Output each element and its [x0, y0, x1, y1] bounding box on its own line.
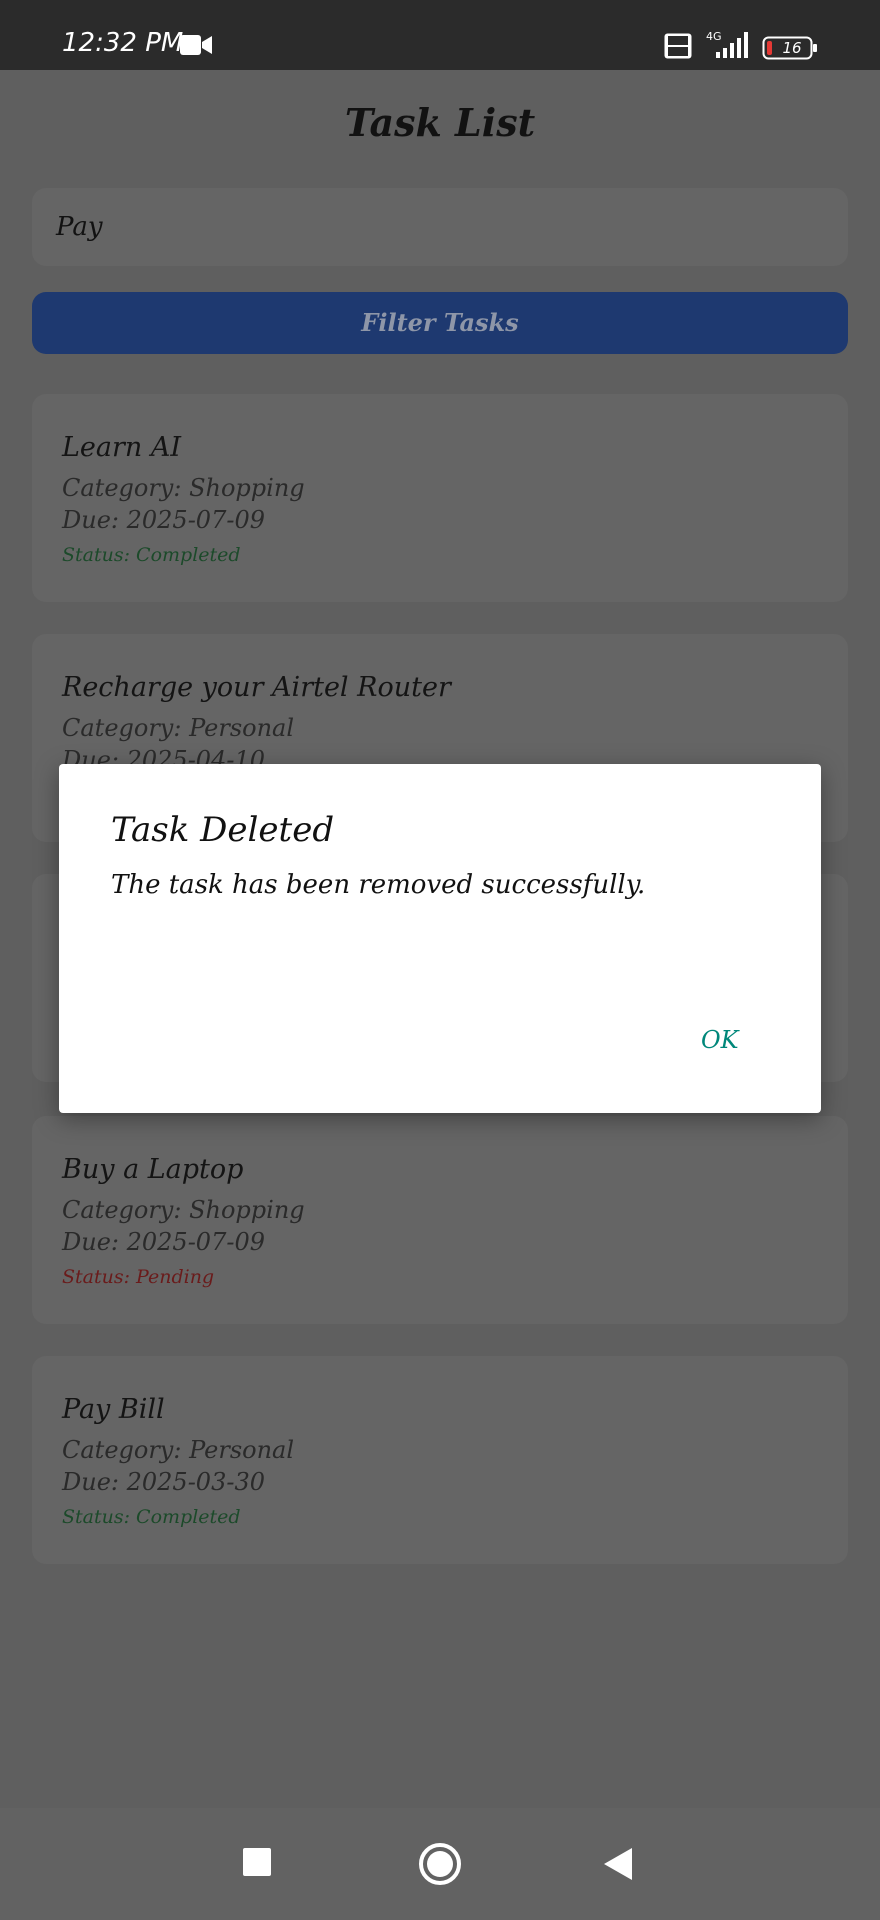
home-icon[interactable]: [418, 1842, 462, 1886]
task-title: Pay Bill: [62, 1394, 165, 1425]
task-due-date: Due: 2025-03-30: [62, 1468, 265, 1496]
status-bar: 12:32 PM 4G 16: [0, 0, 880, 70]
task-title: Learn AI: [62, 432, 182, 463]
task-category: Category: Personal: [62, 1436, 295, 1464]
battery-level: 16: [782, 39, 802, 57]
task-card[interactable]: Learn AI Category: Shopping Due: 2025-07…: [32, 394, 848, 602]
dialog-message: The task has been removed successfully.: [111, 870, 646, 900]
task-status: Status: Pending: [62, 1266, 215, 1288]
task-category: Category: Personal: [62, 714, 295, 742]
ok-button[interactable]: OK: [701, 1026, 739, 1054]
dialog-title: Task Deleted: [111, 810, 335, 850]
page-title: Task List: [344, 100, 536, 145]
volte-icon: [664, 33, 692, 59]
signal-icon: [716, 32, 748, 58]
filter-input[interactable]: Pay: [32, 188, 848, 266]
task-category: Category: Shopping: [62, 1196, 305, 1224]
filter-tasks-button[interactable]: Filter Tasks: [32, 292, 848, 354]
back-icon[interactable]: [604, 1848, 632, 1880]
task-title: Recharge your Airtel Router: [62, 672, 451, 703]
task-deleted-dialog: Task Deleted The task has been removed s…: [59, 764, 821, 1113]
task-due-date: Due: 2025-07-09: [62, 1228, 265, 1256]
video-camera-icon: [180, 35, 212, 55]
task-category: Category: Shopping: [62, 474, 305, 502]
task-status: Status: Completed: [62, 544, 241, 566]
navigation-bar: [0, 1808, 880, 1920]
task-card[interactable]: Pay Bill Category: Personal Due: 2025-03…: [32, 1356, 848, 1564]
recents-icon[interactable]: [243, 1848, 271, 1876]
status-time: 12:32 PM: [62, 28, 184, 58]
task-title: Buy a Laptop: [62, 1154, 244, 1185]
task-card[interactable]: Buy a Laptop Category: Shopping Due: 202…: [32, 1116, 848, 1324]
task-due-date: Due: 2025-07-09: [62, 506, 265, 534]
task-status: Status: Completed: [62, 1506, 241, 1528]
